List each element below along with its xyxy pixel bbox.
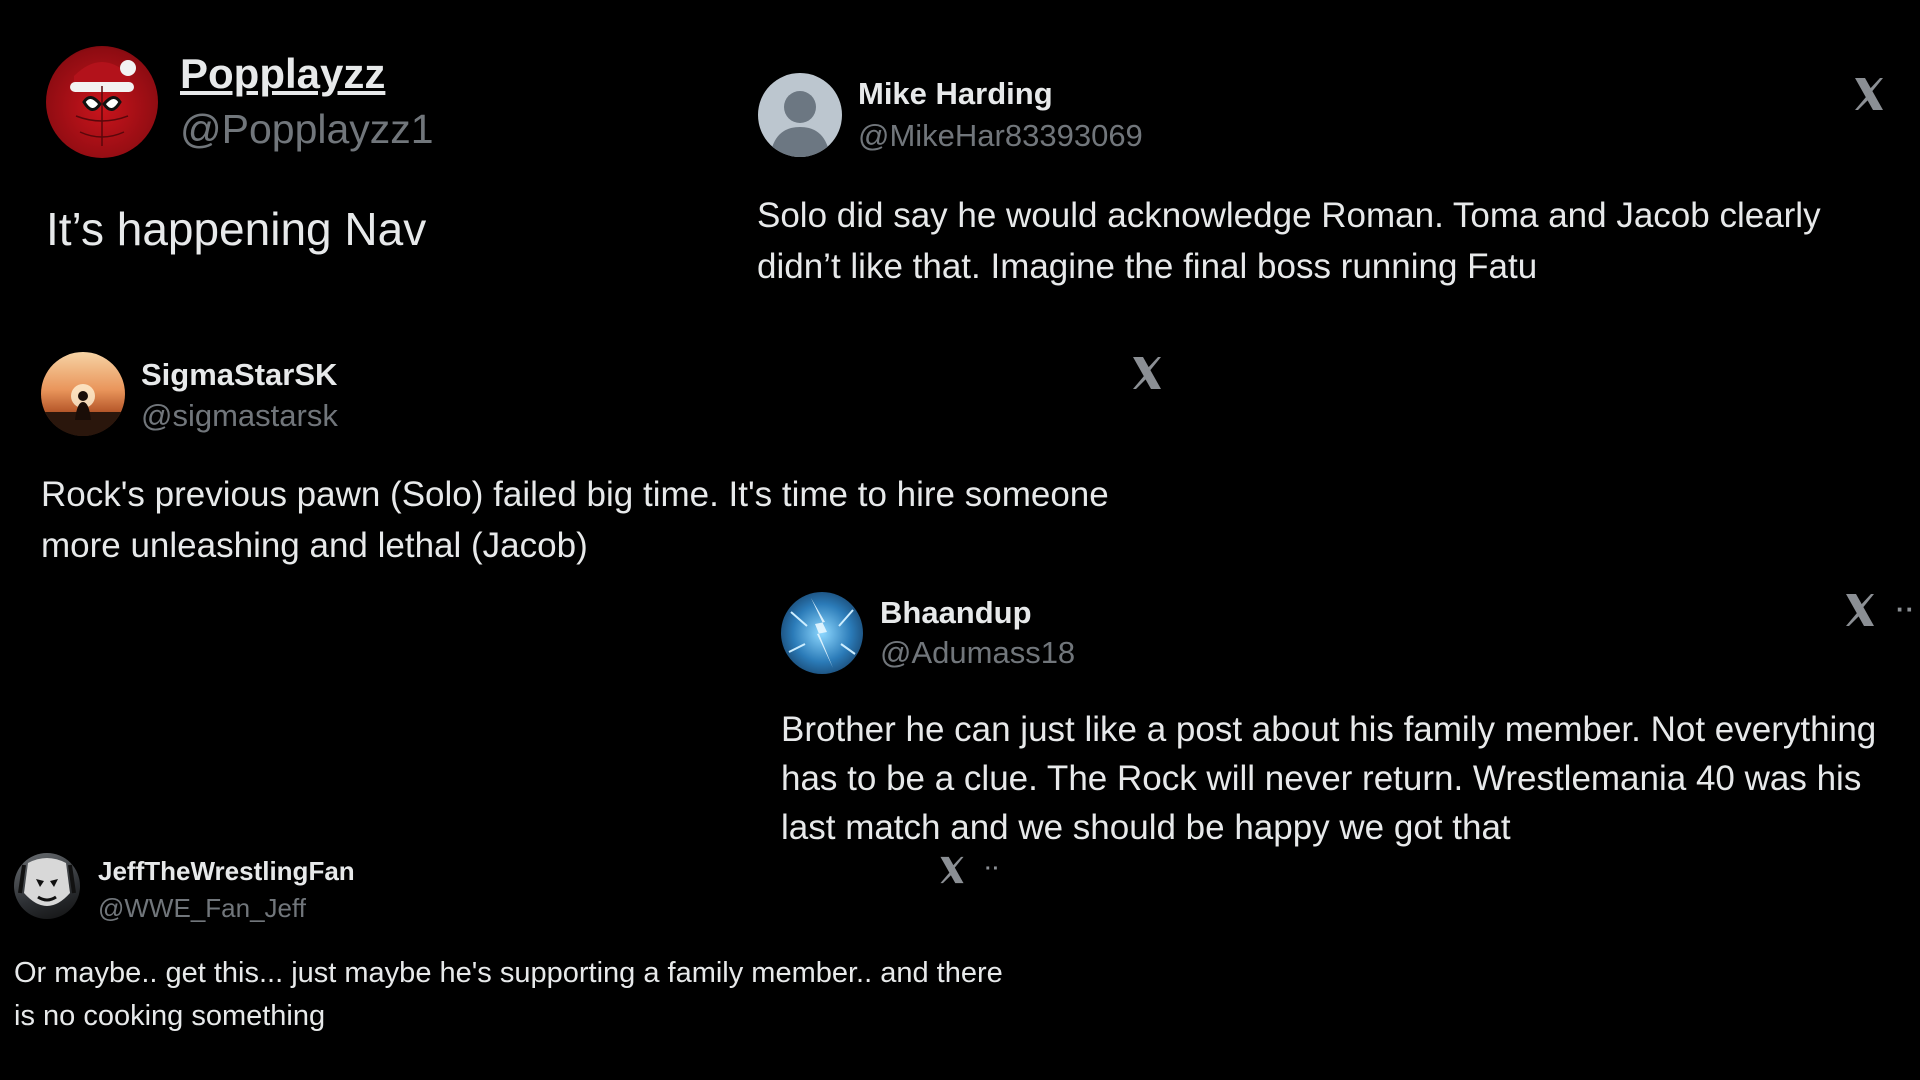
display-name[interactable]: Popplayzz (180, 50, 385, 98)
display-name[interactable]: Bhaandup (880, 595, 1032, 631)
avatar[interactable] (14, 853, 80, 919)
handle[interactable]: @WWE_Fan_Jeff (98, 893, 306, 924)
display-name[interactable]: Mike Harding (858, 76, 1053, 112)
handle[interactable]: @Adumass18 (880, 635, 1075, 671)
post-text: Brother he can just like a post about hi… (781, 710, 1877, 847)
default-avatar-icon (770, 91, 830, 157)
handle[interactable]: @MikeHar83393069 (858, 118, 1143, 154)
handle[interactable]: @sigmastarsk (141, 398, 338, 434)
lightning-avatar-icon (788, 598, 856, 668)
x-logo-icon[interactable] (938, 855, 966, 885)
more-icon[interactable]: ·· (1896, 594, 1915, 625)
wrestler-avatar-icon (18, 858, 76, 906)
avatar[interactable] (46, 46, 158, 158)
display-name[interactable]: SigmaStarSK (141, 357, 337, 393)
post-text: Solo did say he would acknowledge Roman.… (757, 196, 1821, 286)
handle[interactable]: @Popplayzz1 (180, 106, 434, 153)
more-icon[interactable]: ·· (985, 858, 1000, 881)
x-logo-icon[interactable] (1843, 592, 1877, 628)
sunset-avatar-icon (41, 384, 125, 436)
x-logo-icon[interactable] (1130, 355, 1164, 391)
x-logo-icon[interactable] (1852, 76, 1886, 112)
post-text: Or maybe.. get this... just maybe he's s… (14, 957, 1003, 1032)
avatar[interactable] (758, 73, 842, 157)
spiderman-avatar-icon (70, 60, 136, 146)
display-name[interactable]: JeffTheWrestlingFan (98, 856, 355, 887)
post-text: It’s happening Nav (46, 203, 427, 255)
avatar[interactable] (41, 352, 125, 436)
avatar[interactable] (781, 592, 863, 674)
post-text: Rock's previous pawn (Solo) failed big t… (41, 475, 1109, 565)
